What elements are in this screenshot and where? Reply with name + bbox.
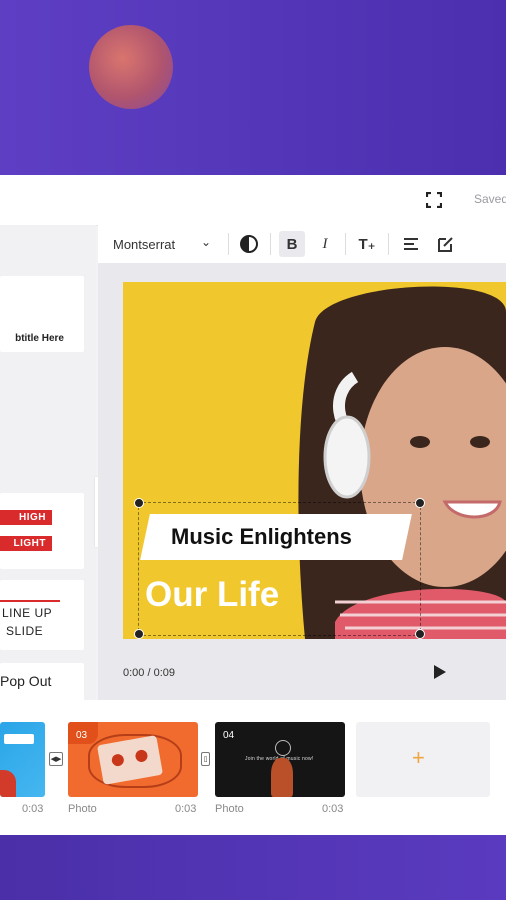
clip-thumbnail-badge bbox=[4, 734, 34, 744]
background-bottom bbox=[0, 835, 506, 900]
resize-handle[interactable] bbox=[415, 498, 425, 508]
template-card-line-up[interactable]: LINE UP SLIDE bbox=[0, 580, 84, 650]
template-card-text: Pop Out bbox=[0, 673, 52, 689]
resize-handle[interactable] bbox=[134, 498, 144, 508]
template-card-subtitle[interactable]: btitle Here bbox=[0, 276, 84, 352]
cassette-wheel bbox=[134, 748, 149, 763]
text-size-icon[interactable]: T₊ bbox=[354, 231, 380, 257]
transition-icon[interactable]: ▯ bbox=[201, 752, 210, 766]
bold-icon[interactable]: B bbox=[279, 231, 305, 257]
timeline: 0:03 ◀▶ 03 Photo 0:03 ▯ 04 Join the worl… bbox=[0, 700, 506, 835]
contrast-icon[interactable] bbox=[240, 235, 258, 253]
highlight-tag: HIGH bbox=[0, 510, 52, 525]
clip-duration: 0:03 bbox=[322, 803, 344, 815]
divider bbox=[228, 233, 229, 255]
highlight-tag: LIGHT bbox=[0, 536, 52, 551]
canvas-area: Music Enlightens Our Life 0:00 / 0:09 bbox=[98, 263, 506, 700]
divider bbox=[270, 233, 271, 255]
align-icon[interactable] bbox=[398, 231, 424, 257]
divider bbox=[388, 233, 389, 255]
editor-window: Saved btitle Here HIGH LIGHT LINE UP SLI… bbox=[0, 175, 506, 835]
red-rule bbox=[0, 600, 60, 602]
background-top bbox=[0, 0, 506, 175]
clip-number: 03 bbox=[76, 730, 88, 741]
logo-circle bbox=[275, 740, 291, 756]
top-bar: Saved bbox=[0, 175, 506, 226]
timeline-clip[interactable] bbox=[0, 722, 45, 797]
clip-number: 04 bbox=[223, 730, 235, 741]
clip-label: Photo bbox=[68, 803, 97, 815]
resize-handle[interactable] bbox=[415, 629, 425, 639]
clip-thumbnail-shape bbox=[0, 770, 16, 797]
decorative-orb bbox=[89, 25, 173, 109]
timeline-clip[interactable]: 04 Join the world of music now! bbox=[215, 722, 345, 797]
video-preview[interactable]: Music Enlightens Our Life bbox=[123, 282, 506, 639]
template-card-text: btitle Here bbox=[15, 333, 64, 344]
add-icon: + bbox=[412, 745, 425, 770]
fullscreen-icon[interactable] bbox=[426, 192, 442, 208]
add-clip-button[interactable]: + bbox=[356, 722, 490, 797]
template-panel: btitle Here HIGH LIGHT LINE UP SLIDE Pop… bbox=[0, 225, 120, 703]
cassette-wheel bbox=[110, 753, 125, 768]
selection-box[interactable] bbox=[138, 502, 421, 636]
chevron-down-icon[interactable]: ⌄ bbox=[201, 235, 211, 249]
clip-label: Photo bbox=[215, 803, 244, 815]
playback-time: 0:00 / 0:09 bbox=[123, 667, 175, 679]
italic-icon[interactable]: I bbox=[312, 231, 338, 257]
font-select[interactable]: Montserrat bbox=[113, 237, 175, 252]
template-card-text: SLIDE bbox=[6, 624, 44, 638]
transition-icon[interactable]: ◀▶ bbox=[49, 752, 63, 766]
clip-duration: 0:03 bbox=[22, 803, 44, 815]
timeline-clip[interactable]: 03 bbox=[68, 722, 198, 797]
template-card-highlight[interactable]: HIGH LIGHT bbox=[0, 493, 84, 569]
saved-status: Saved bbox=[474, 192, 506, 206]
template-card-text: LINE UP bbox=[2, 606, 53, 620]
resize-handle[interactable] bbox=[134, 629, 144, 639]
clip-duration: 0:03 bbox=[175, 803, 197, 815]
edit-icon[interactable] bbox=[432, 231, 458, 257]
play-icon[interactable] bbox=[434, 665, 446, 679]
template-card-pop-out[interactable]: Pop Out bbox=[0, 663, 84, 703]
guitar-graphic bbox=[271, 758, 293, 797]
text-toolbar: Montserrat ⌄ B I T₊ bbox=[98, 225, 506, 264]
divider bbox=[345, 233, 346, 255]
